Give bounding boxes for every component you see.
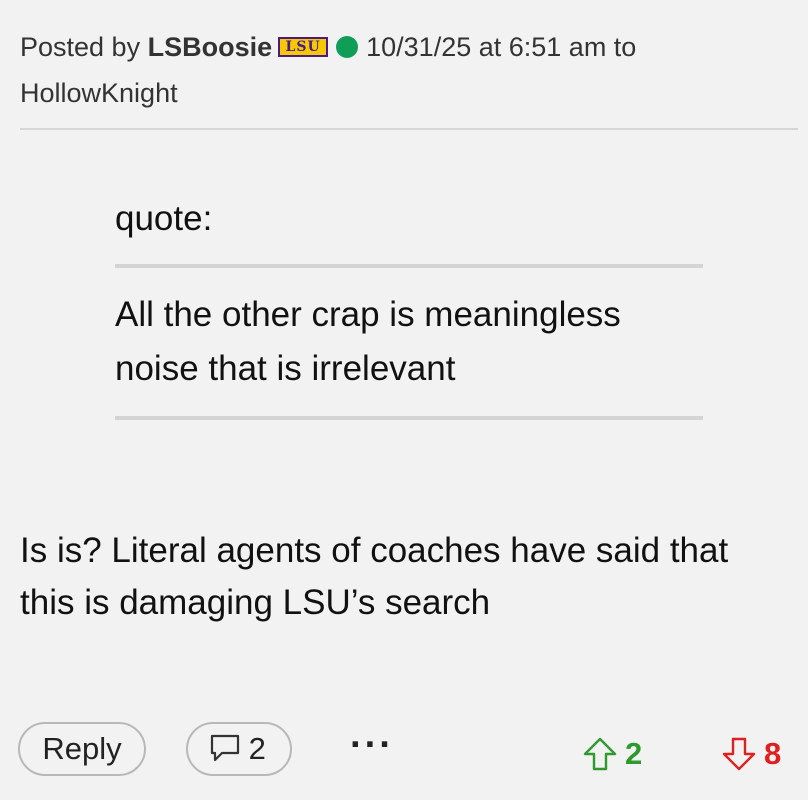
upvote-count: 2: [625, 736, 643, 771]
post-timestamp: 10/31/25 at 6:51 am to: [366, 32, 637, 62]
downvote-count: 8: [764, 736, 782, 771]
lsu-team-logo-icon: LSU: [278, 36, 329, 57]
speech-bubble-icon: [210, 734, 240, 761]
header-divider: [20, 128, 798, 130]
username-link[interactable]: LSBoosie: [148, 32, 273, 62]
posted-by-label: Posted by: [20, 32, 141, 62]
arrow-down-icon: [722, 737, 756, 771]
reply-to-username[interactable]: HollowKnight: [20, 78, 178, 108]
quote-label: quote:: [115, 199, 213, 238]
quote-top-rule: [115, 264, 703, 268]
downvote-button[interactable]: 8: [722, 732, 781, 776]
post-body-text: Is is? Literal agents of coaches have sa…: [20, 531, 729, 622]
more-options-button[interactable]: ···: [350, 726, 406, 772]
quote-block: quote: All the other crap is meaningless…: [115, 194, 703, 440]
reply-button[interactable]: Reply: [18, 722, 146, 776]
online-status-icon: [336, 35, 359, 58]
comment-count: 2: [248, 731, 266, 766]
comments-button[interactable]: 2: [186, 722, 292, 776]
quote-text: All the other crap is meaningless noise …: [115, 295, 621, 388]
post-header: Posted by LSBoosie LSU 10/31/25 at 6:51 am…: [20, 24, 780, 116]
upvote-button[interactable]: 2: [583, 732, 642, 776]
arrow-up-icon: [583, 737, 617, 771]
quote-bottom-rule: [115, 416, 703, 420]
